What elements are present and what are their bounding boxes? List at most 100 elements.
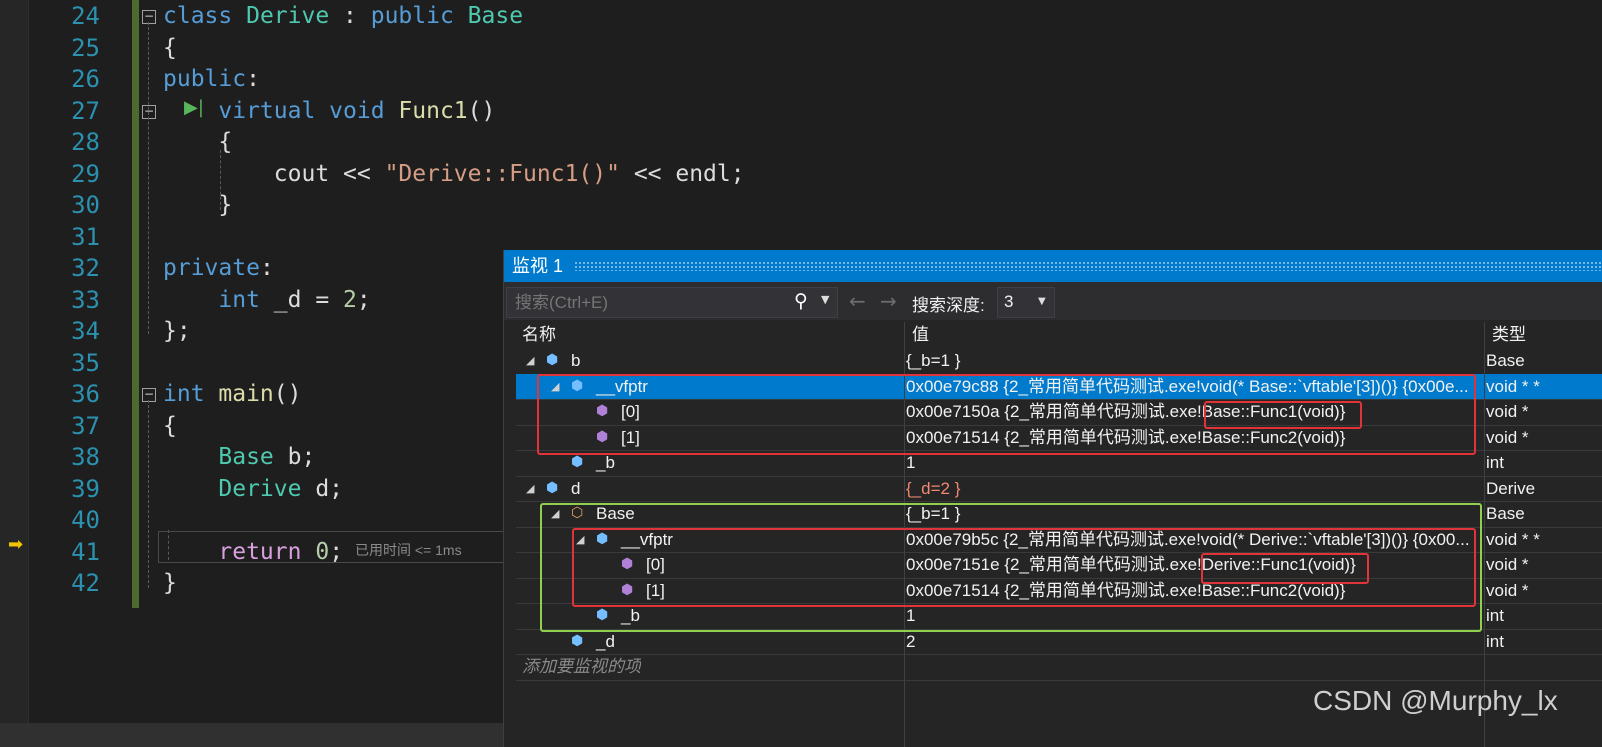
code-text[interactable]: Base b; — [163, 441, 315, 473]
code-token: "Derive::Func1()" — [384, 160, 620, 187]
code-text[interactable]: class Derive : public Base — [163, 0, 523, 32]
indent-guide — [220, 150, 221, 210]
watch-row[interactable]: ⬢ _d 2 int — [516, 629, 1602, 655]
code-token: void — [329, 97, 399, 124]
code-text[interactable]: }; — [163, 315, 191, 347]
search-next-button[interactable]: → — [880, 289, 897, 313]
code-line[interactable]: 24 − class Derive : public Base — [0, 0, 1602, 32]
code-token: _d = — [259, 286, 344, 313]
watch-type-cell: Derive — [1486, 478, 1536, 498]
line-number: 36 — [71, 380, 100, 408]
code-token: public — [163, 66, 247, 92]
code-token: << endl; — [619, 160, 745, 187]
watch-row[interactable]: ◢ ⬢ d {_d=2 } Derive — [516, 476, 1602, 502]
watch-name-cell[interactable]: ◢ ⬢ d — [516, 476, 902, 501]
line-number: 38 — [71, 443, 100, 471]
code-token: virtual — [218, 97, 330, 124]
column-divider[interactable] — [1484, 322, 1485, 747]
search-input[interactable] — [513, 291, 787, 315]
line-number: 24 — [71, 2, 100, 30]
code-text[interactable]: } — [163, 189, 232, 221]
add-watch-row[interactable]: 添加要监视的项 — [516, 654, 1602, 681]
code-line[interactable]: 25 { — [0, 32, 1602, 64]
search-depth-value: 3 — [1004, 292, 1014, 311]
add-watch-placeholder[interactable]: 添加要监视的项 — [522, 654, 641, 679]
chevron-down-icon[interactable]: ▼ — [821, 293, 829, 306]
watch-row[interactable]: ◢ ⬢ b {_b=1 } Base — [516, 348, 1602, 375]
watch-name-cell[interactable]: ⬢ _d — [516, 629, 902, 654]
line-number: 41 — [71, 537, 100, 566]
fold-guide — [148, 400, 149, 588]
code-line[interactable]: 30 } — [0, 189, 1602, 221]
search-box[interactable]: ⚲ ▼ — [506, 287, 838, 318]
code-token: } — [163, 570, 177, 596]
code-token: : — [246, 66, 260, 92]
code-token: public — [370, 3, 468, 29]
code-text[interactable]: public: — [163, 63, 260, 95]
watch-type-cell: void * * — [1486, 529, 1540, 549]
line-number: 30 — [71, 191, 100, 219]
code-text[interactable]: cout << "Derive::Func1()" << endl; — [163, 158, 745, 190]
code-text[interactable]: virtual void Func1() — [163, 95, 495, 127]
code-line[interactable]: 28 { — [0, 126, 1602, 158]
current-line-highlight — [158, 531, 520, 563]
code-text[interactable]: int _d = 2; — [163, 284, 370, 316]
line-number: 27 — [71, 96, 100, 125]
code-token: Func1 — [398, 97, 468, 124]
code-text[interactable]: } — [163, 567, 177, 599]
line-number: 42 — [71, 569, 100, 597]
watch-name: d — [571, 478, 581, 498]
code-token: () — [467, 97, 496, 124]
watch-title-bar[interactable]: 监视 1 — [504, 250, 1602, 282]
code-line[interactable]: 29 cout << "Derive::Func1()" << endl; — [0, 158, 1602, 190]
search-previous-button[interactable]: ← — [849, 289, 866, 313]
expand-triangle-icon[interactable]: ◢ — [526, 476, 534, 501]
code-text[interactable]: int main() — [163, 378, 301, 410]
code-token: { — [163, 412, 177, 439]
watch-type-cell: Base — [1486, 351, 1525, 370]
column-header-value[interactable]: 值 — [906, 322, 1486, 348]
code-text[interactable]: Derive d; — [163, 473, 343, 505]
code-text[interactable]: { — [163, 126, 232, 158]
private-field-icon: ⬢ — [571, 632, 584, 649]
search-depth-select[interactable]: 3 ▼ — [997, 287, 1055, 318]
watch-name-cell[interactable]: ◢ ⬢ b — [516, 348, 902, 373]
code-token: d; — [301, 475, 344, 502]
column-header-type[interactable]: 类型 — [1486, 322, 1602, 348]
fold-toggle-icon[interactable]: − — [142, 104, 156, 119]
watermark: CSDN @Murphy_lx — [1313, 685, 1558, 716]
code-line[interactable]: 26 public: — [0, 63, 1602, 95]
fold-toggle-icon[interactable]: − — [142, 388, 156, 402]
code-token: b; — [273, 444, 316, 470]
code-text[interactable]: private: — [163, 252, 274, 284]
watch-value-cell[interactable]: {_d=2 } — [906, 476, 1480, 501]
code-token: Derive — [246, 3, 330, 29]
title-grip[interactable] — [574, 261, 1602, 271]
code-text[interactable]: { — [163, 32, 177, 64]
fold-toggle-icon[interactable]: − — [142, 10, 156, 24]
step-into-glyph-icon[interactable]: ▶| — [184, 97, 204, 118]
line-number: 31 — [71, 222, 100, 251]
watch-toolbar: ⚲ ▼ ← → 搜索深度: 3 ▼ — [504, 282, 1602, 320]
search-icon[interactable]: ⚲ — [794, 290, 808, 312]
line-number: 40 — [71, 506, 100, 534]
watch-window[interactable]: 监视 1 ⚲ ▼ ← → 搜索深度: 3 ▼ 名称 值 类型 ◢ ⬢ b {_b=1 … — [503, 250, 1602, 747]
watch-type-cell: int — [1486, 631, 1504, 651]
perf-tip[interactable]: 已用时间 <= 1ms — [355, 540, 462, 560]
line-number: 35 — [71, 348, 100, 377]
watch-type-cell: int — [1486, 453, 1504, 472]
code-line[interactable]: 31 — [0, 221, 1602, 253]
watch-value-cell[interactable]: 2 — [906, 629, 1480, 654]
object-cube-icon: ⬢ — [546, 479, 559, 496]
line-number: 25 — [71, 33, 100, 62]
expand-triangle-icon[interactable]: ◢ — [526, 348, 534, 373]
code-line[interactable]: 27 − virtual void Func1() — [0, 95, 1602, 127]
watch-value-cell[interactable]: {_b=1 } — [906, 348, 1480, 373]
code-token: () — [273, 381, 302, 407]
code-text[interactable]: { — [163, 410, 177, 442]
column-header-name[interactable]: 名称 — [516, 322, 906, 348]
code-token: { — [163, 129, 233, 155]
code-token: { — [163, 34, 177, 61]
watch-type-cell: void * — [1486, 427, 1529, 447]
